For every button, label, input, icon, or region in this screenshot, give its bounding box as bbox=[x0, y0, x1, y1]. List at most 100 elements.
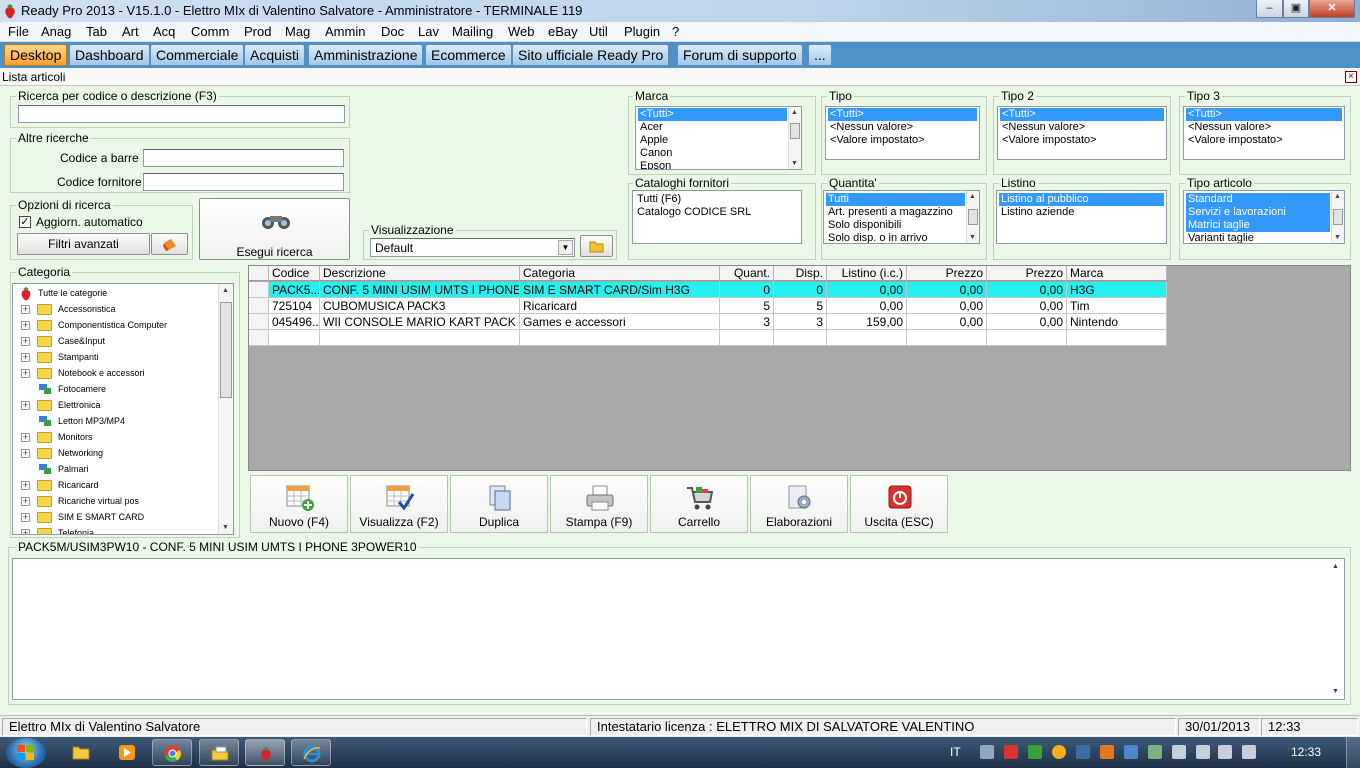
tree-item[interactable]: + Telefonia bbox=[13, 525, 218, 534]
table-cell[interactable] bbox=[720, 330, 774, 346]
view-button[interactable]: Visualizza (F2) bbox=[350, 475, 448, 533]
tab-amministrazione[interactable]: Amministrazione bbox=[308, 44, 424, 66]
scrollbar[interactable]: ▲ ▼ bbox=[1330, 559, 1344, 699]
taskbar-clock[interactable]: 12:33 bbox=[1291, 745, 1321, 759]
column-header[interactable]: Codice bbox=[269, 266, 320, 281]
tab-sito-ufficiale[interactable]: Sito ufficiale Ready Pro bbox=[512, 44, 670, 66]
expand-icon[interactable]: + bbox=[21, 305, 30, 314]
menu-prod[interactable]: Prod bbox=[244, 24, 271, 39]
ie-taskbar-button[interactable] bbox=[291, 739, 331, 766]
minimize-button[interactable]: – bbox=[1256, 0, 1283, 18]
list-item[interactable]: Acer bbox=[638, 121, 787, 134]
menu-anag[interactable]: Anag bbox=[41, 24, 71, 39]
tab-commerciale[interactable]: Commerciale bbox=[150, 44, 245, 66]
table-cell[interactable]: 0,00 bbox=[987, 282, 1067, 298]
close-icon[interactable]: × bbox=[1345, 71, 1357, 83]
table-cell[interactable] bbox=[1067, 330, 1167, 346]
auto-update-checkbox[interactable]: ✓ bbox=[19, 216, 31, 228]
scrollbar[interactable]: ▲ ▼ bbox=[966, 191, 979, 243]
list-item[interactable]: <Valore impostato> bbox=[1186, 134, 1342, 147]
scrollbar[interactable]: ▲ ▼ bbox=[1331, 191, 1344, 243]
table-cell[interactable] bbox=[520, 330, 720, 346]
device-tray-icon[interactable] bbox=[1196, 745, 1210, 759]
run-search-button[interactable]: Esegui ricerca bbox=[199, 198, 350, 260]
expand-icon[interactable]: + bbox=[21, 481, 30, 490]
list-item[interactable]: Epson bbox=[638, 160, 787, 169]
list-item[interactable]: <Nessun valore> bbox=[1000, 121, 1164, 134]
language-indicator[interactable]: IT bbox=[950, 745, 961, 759]
expand-icon[interactable]: + bbox=[21, 449, 30, 458]
tab-acquisti[interactable]: Acquisti bbox=[244, 44, 306, 66]
table-cell[interactable]: 0,00 bbox=[987, 298, 1067, 314]
table-cell[interactable]: 0 bbox=[774, 282, 827, 298]
processing-button[interactable]: Elaborazioni bbox=[750, 475, 848, 533]
table-cell[interactable]: Tim bbox=[1067, 298, 1167, 314]
list-item[interactable]: <Nessun valore> bbox=[828, 121, 977, 134]
column-header[interactable]: Marca bbox=[1067, 266, 1167, 281]
table-cell[interactable]: 0 bbox=[720, 282, 774, 298]
chrome-taskbar-button[interactable] bbox=[152, 739, 192, 766]
expand-icon[interactable]: + bbox=[21, 529, 30, 534]
table-cell[interactable]: 725104 bbox=[269, 298, 320, 314]
explorer2-taskbar-button[interactable] bbox=[199, 739, 239, 766]
column-header[interactable]: Descrizione bbox=[320, 266, 520, 281]
media-taskbar-button[interactable] bbox=[106, 739, 146, 766]
table-cell[interactable]: PACK5... bbox=[269, 282, 320, 298]
show-desktop-button[interactable] bbox=[1346, 737, 1360, 768]
tipo-articolo-listbox[interactable]: Standard Servizi e lavorazioni Matrici t… bbox=[1183, 190, 1345, 244]
table-cell[interactable]: 045496... bbox=[269, 314, 320, 330]
tab-forum[interactable]: Forum di supporto bbox=[677, 44, 803, 66]
list-item[interactable]: Servizi e lavorazioni bbox=[1186, 206, 1330, 219]
table-cell[interactable]: 5 bbox=[720, 298, 774, 314]
marca-listbox[interactable]: <Tutti> Acer Apple Canon Epson ▲ ▼ bbox=[635, 106, 802, 170]
menu-ammin[interactable]: Ammin bbox=[325, 24, 365, 39]
expand-icon[interactable]: + bbox=[21, 321, 30, 330]
table-cell[interactable] bbox=[907, 330, 987, 346]
list-item[interactable]: Standard bbox=[1186, 193, 1330, 206]
category-tree[interactable]: Tutte le categorie + Accessoristica + Compo… bbox=[12, 283, 234, 535]
speaker-alert-tray-icon[interactable] bbox=[1100, 745, 1114, 759]
row-selector[interactable] bbox=[249, 314, 269, 330]
table-cell[interactable]: Games e accessori bbox=[520, 314, 720, 330]
table-cell[interactable]: Nintendo bbox=[1067, 314, 1167, 330]
menu-plugin[interactable]: Plugin bbox=[624, 24, 660, 39]
list-item[interactable]: Tutti (F6) bbox=[635, 193, 799, 206]
tree-item[interactable]: + Ricariche virtual pos bbox=[13, 493, 218, 509]
list-item[interactable]: <Valore impostato> bbox=[1000, 134, 1164, 147]
list-item[interactable]: <Valore impostato> bbox=[828, 134, 977, 147]
tree-item[interactable]: + Networking bbox=[13, 445, 218, 461]
column-header[interactable]: Listino (i.c.) bbox=[827, 266, 907, 281]
table-cell[interactable]: 0,00 bbox=[907, 282, 987, 298]
expand-icon[interactable]: + bbox=[21, 369, 30, 378]
tipo3-listbox[interactable]: <Tutti> <Nessun valore> <Valore impostat… bbox=[1183, 106, 1345, 160]
tree-item[interactable]: Palmari bbox=[13, 461, 218, 477]
table-cell[interactable] bbox=[774, 330, 827, 346]
table-cell[interactable]: CONF. 5 MINI USIM UMTS I PHONE ... bbox=[320, 282, 520, 298]
tab-ecommerce[interactable]: Ecommerce bbox=[425, 44, 512, 66]
expand-icon[interactable]: + bbox=[21, 401, 30, 410]
cart-button[interactable]: Carrello bbox=[650, 475, 748, 533]
table-cell[interactable] bbox=[269, 330, 320, 346]
menu-file[interactable]: File bbox=[8, 24, 29, 39]
list-item[interactable]: <Nessun valore> bbox=[1186, 121, 1342, 134]
menu-acq[interactable]: Acq bbox=[153, 24, 175, 39]
view-select[interactable]: Default ▼ bbox=[370, 238, 575, 257]
quantita-listbox[interactable]: Tutti Art. presenti a magazzino Solo dis… bbox=[823, 190, 980, 244]
table-cell[interactable]: 0,00 bbox=[907, 314, 987, 330]
tab-more[interactable]: ... bbox=[808, 44, 832, 66]
list-item[interactable]: Solo disponibili bbox=[826, 219, 965, 232]
column-header[interactable]: Quant. bbox=[720, 266, 774, 281]
table-cell[interactable]: 0,00 bbox=[987, 314, 1067, 330]
new-button[interactable]: Nuovo (F4) bbox=[250, 475, 348, 533]
menu-art[interactable]: Art bbox=[122, 24, 139, 39]
display-tray-icon[interactable] bbox=[1148, 745, 1162, 759]
table-cell[interactable] bbox=[987, 330, 1067, 346]
menu-help[interactable]: ? bbox=[672, 24, 679, 39]
tipo2-listbox[interactable]: <Tutti> <Nessun valore> <Valore impostat… bbox=[997, 106, 1167, 160]
tree-item[interactable]: Fotocamere bbox=[13, 381, 218, 397]
tree-item[interactable]: Lettori MP3/MP4 bbox=[13, 413, 218, 429]
duplicate-button[interactable]: Duplica bbox=[450, 475, 548, 533]
close-window-button[interactable]: ✕ bbox=[1309, 0, 1355, 18]
tab-dashboard[interactable]: Dashboard bbox=[69, 44, 150, 66]
scrollbar[interactable]: ▲ ▼ bbox=[218, 284, 233, 534]
